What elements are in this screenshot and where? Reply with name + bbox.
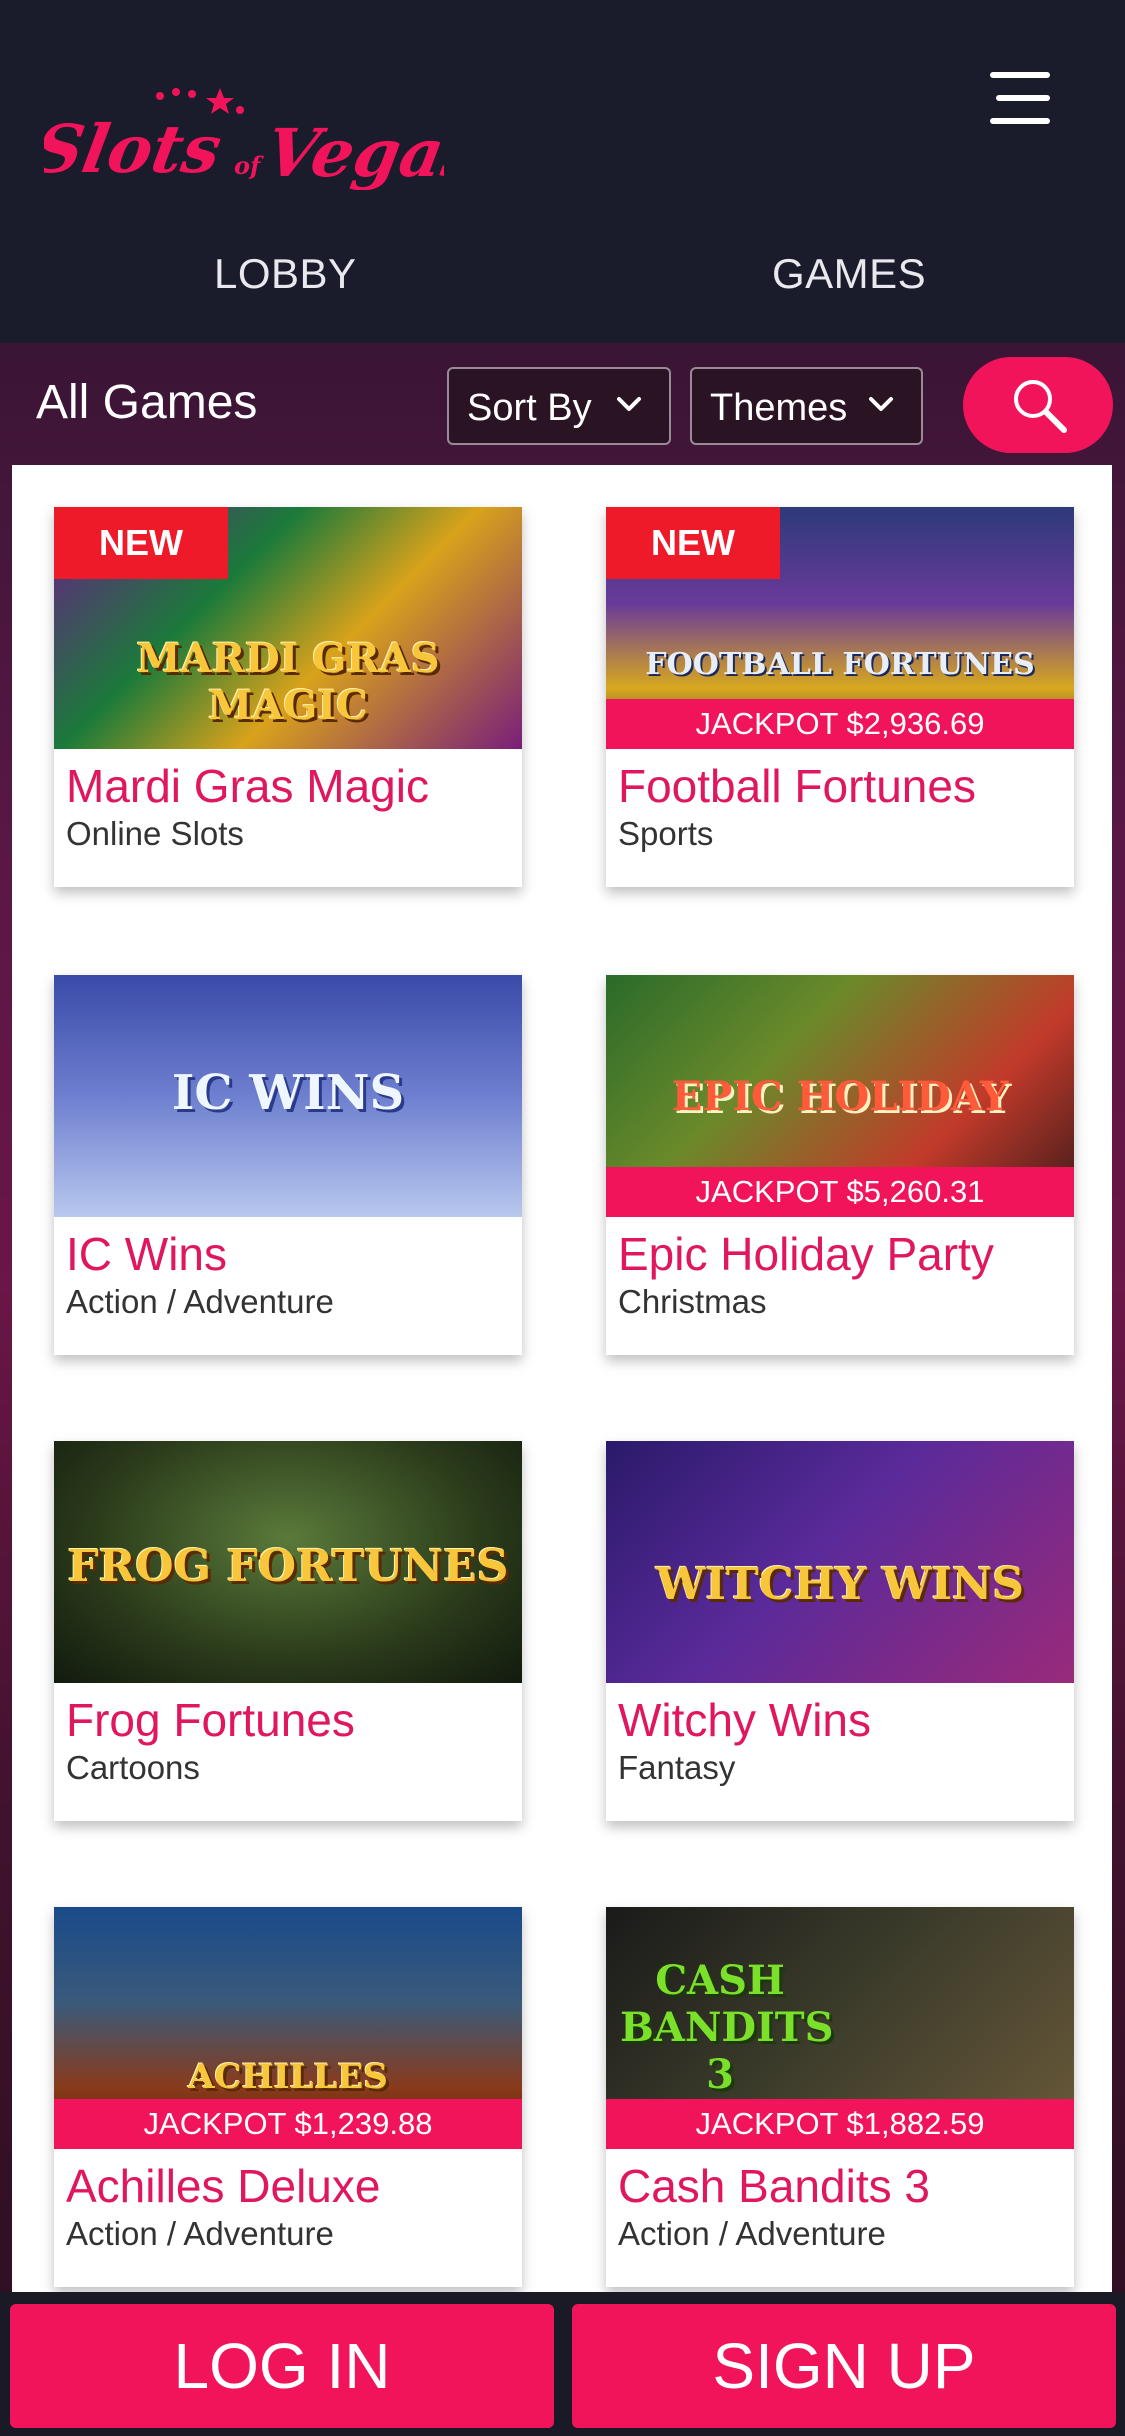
game-title: Achilles Deluxe	[66, 2160, 381, 2212]
themes-label: Themes	[710, 387, 848, 429]
game-thumbnail: CASH BANDITS 3 JACKPOT $1,882.59	[606, 1907, 1074, 2149]
jackpot-banner: JACKPOT $1,239.88	[54, 2099, 522, 2149]
game-art-text: ACHILLES	[188, 2057, 388, 2097]
svg-text:Vegas: Vegas	[260, 114, 444, 190]
nav-lobby[interactable]: LOBBY	[214, 250, 357, 298]
chevron-down-icon	[869, 397, 893, 411]
nav-games[interactable]: GAMES	[772, 250, 926, 298]
auth-bar: LOG IN SIGN UP	[0, 2292, 1125, 2436]
main-nav: LOBBY GAMES	[0, 230, 1125, 320]
game-art-text: CASH BANDITS 3	[620, 1957, 834, 2098]
game-thumbnail: EPIC HOLIDAY JACKPOT $5,260.31	[606, 975, 1074, 1217]
jackpot-banner: JACKPOT $5,260.31	[606, 1167, 1074, 1217]
svg-text:Slots: Slots	[44, 110, 227, 187]
sign-up-button[interactable]: SIGN UP	[572, 2304, 1116, 2428]
game-card-football-fortunes[interactable]: FOOTBALL FORTUNES NEW JACKPOT $2,936.69 …	[606, 507, 1074, 887]
game-art-text: IC WINS	[171, 1065, 405, 1121]
game-art-text: MARDI GRAS MAGIC	[136, 635, 440, 729]
top-header: Slots of Vegas LOBBY GAMES	[0, 0, 1125, 343]
sort-by-label: Sort By	[467, 387, 592, 429]
game-thumbnail: ACHILLES JACKPOT $1,239.88	[54, 1907, 522, 2149]
game-category: Action / Adventure	[66, 1283, 334, 1320]
game-title: Epic Holiday Party	[618, 1228, 994, 1280]
svg-text:of: of	[234, 151, 264, 180]
game-thumbnail: FROG FORTUNES	[54, 1441, 522, 1683]
game-category: Action / Adventure	[618, 2215, 886, 2252]
game-thumbnail: MARDI GRAS MAGIC NEW	[54, 507, 522, 749]
game-category: Action / Adventure	[66, 2215, 334, 2252]
jackpot-banner: JACKPOT $1,882.59	[606, 2099, 1074, 2149]
game-title: IC Wins	[66, 1228, 227, 1280]
game-card-witchy-wins[interactable]: WITCHY WINS Witchy Wins Fantasy	[606, 1441, 1074, 1821]
page-title: All Games	[36, 376, 258, 429]
new-badge: NEW	[54, 507, 228, 579]
game-art-text: FROG FORTUNES	[67, 1541, 509, 1592]
game-thumbnail: WITCHY WINS	[606, 1441, 1074, 1683]
game-category: Cartoons	[66, 1749, 200, 1786]
game-thumbnail: FOOTBALL FORTUNES NEW JACKPOT $2,936.69	[606, 507, 1074, 749]
game-card-cash-bandits-3[interactable]: CASH BANDITS 3 JACKPOT $1,882.59 Cash Ba…	[606, 1907, 1074, 2287]
game-category: Fantasy	[618, 1749, 736, 1786]
game-art-text: WITCHY WINS	[655, 1559, 1025, 1610]
game-art-text: FOOTBALL FORTUNES	[645, 647, 1035, 682]
jackpot-banner: JACKPOT $2,936.69	[606, 699, 1074, 749]
game-category: Sports	[618, 815, 714, 852]
game-category: Christmas	[618, 1283, 767, 1320]
game-art-text: EPIC HOLIDAY	[671, 1073, 1009, 1120]
game-title: Witchy Wins	[618, 1694, 871, 1746]
themes-dropdown[interactable]: Themes	[690, 367, 923, 445]
game-title: Cash Bandits 3	[618, 2160, 930, 2212]
game-card-mardi-gras-magic[interactable]: MARDI GRAS MAGIC NEW Mardi Gras Magic On…	[54, 507, 522, 887]
games-toolbar: All Games Sort By Themes	[0, 343, 1125, 465]
sort-by-dropdown[interactable]: Sort By	[447, 367, 671, 445]
hamburger-menu-icon[interactable]	[990, 70, 1050, 126]
game-thumbnail: IC WINS	[54, 975, 522, 1217]
game-card-epic-holiday-party[interactable]: EPIC HOLIDAY JACKPOT $5,260.31 Epic Holi…	[606, 975, 1074, 1355]
game-title: Mardi Gras Magic	[66, 760, 429, 812]
game-category: Online Slots	[66, 815, 244, 852]
game-title: Frog Fortunes	[66, 1694, 355, 1746]
game-card-frog-fortunes[interactable]: FROG FORTUNES Frog Fortunes Cartoons	[54, 1441, 522, 1821]
slots-of-vegas-logo[interactable]: Slots of Vegas	[29, 80, 487, 192]
chevron-down-icon	[617, 397, 641, 411]
game-title: Football Fortunes	[618, 760, 976, 812]
game-card-ic-wins[interactable]: IC WINS IC Wins Action / Adventure	[54, 975, 522, 1355]
games-grid: MARDI GRAS MAGIC NEW Mardi Gras Magic On…	[12, 465, 1112, 2295]
game-card-achilles-deluxe[interactable]: ACHILLES JACKPOT $1,239.88 Achilles Delu…	[54, 1907, 522, 2287]
log-in-button[interactable]: LOG IN	[10, 2304, 554, 2428]
search-icon	[1014, 380, 1067, 433]
new-badge: NEW	[606, 507, 780, 579]
search-button[interactable]	[963, 357, 1113, 453]
